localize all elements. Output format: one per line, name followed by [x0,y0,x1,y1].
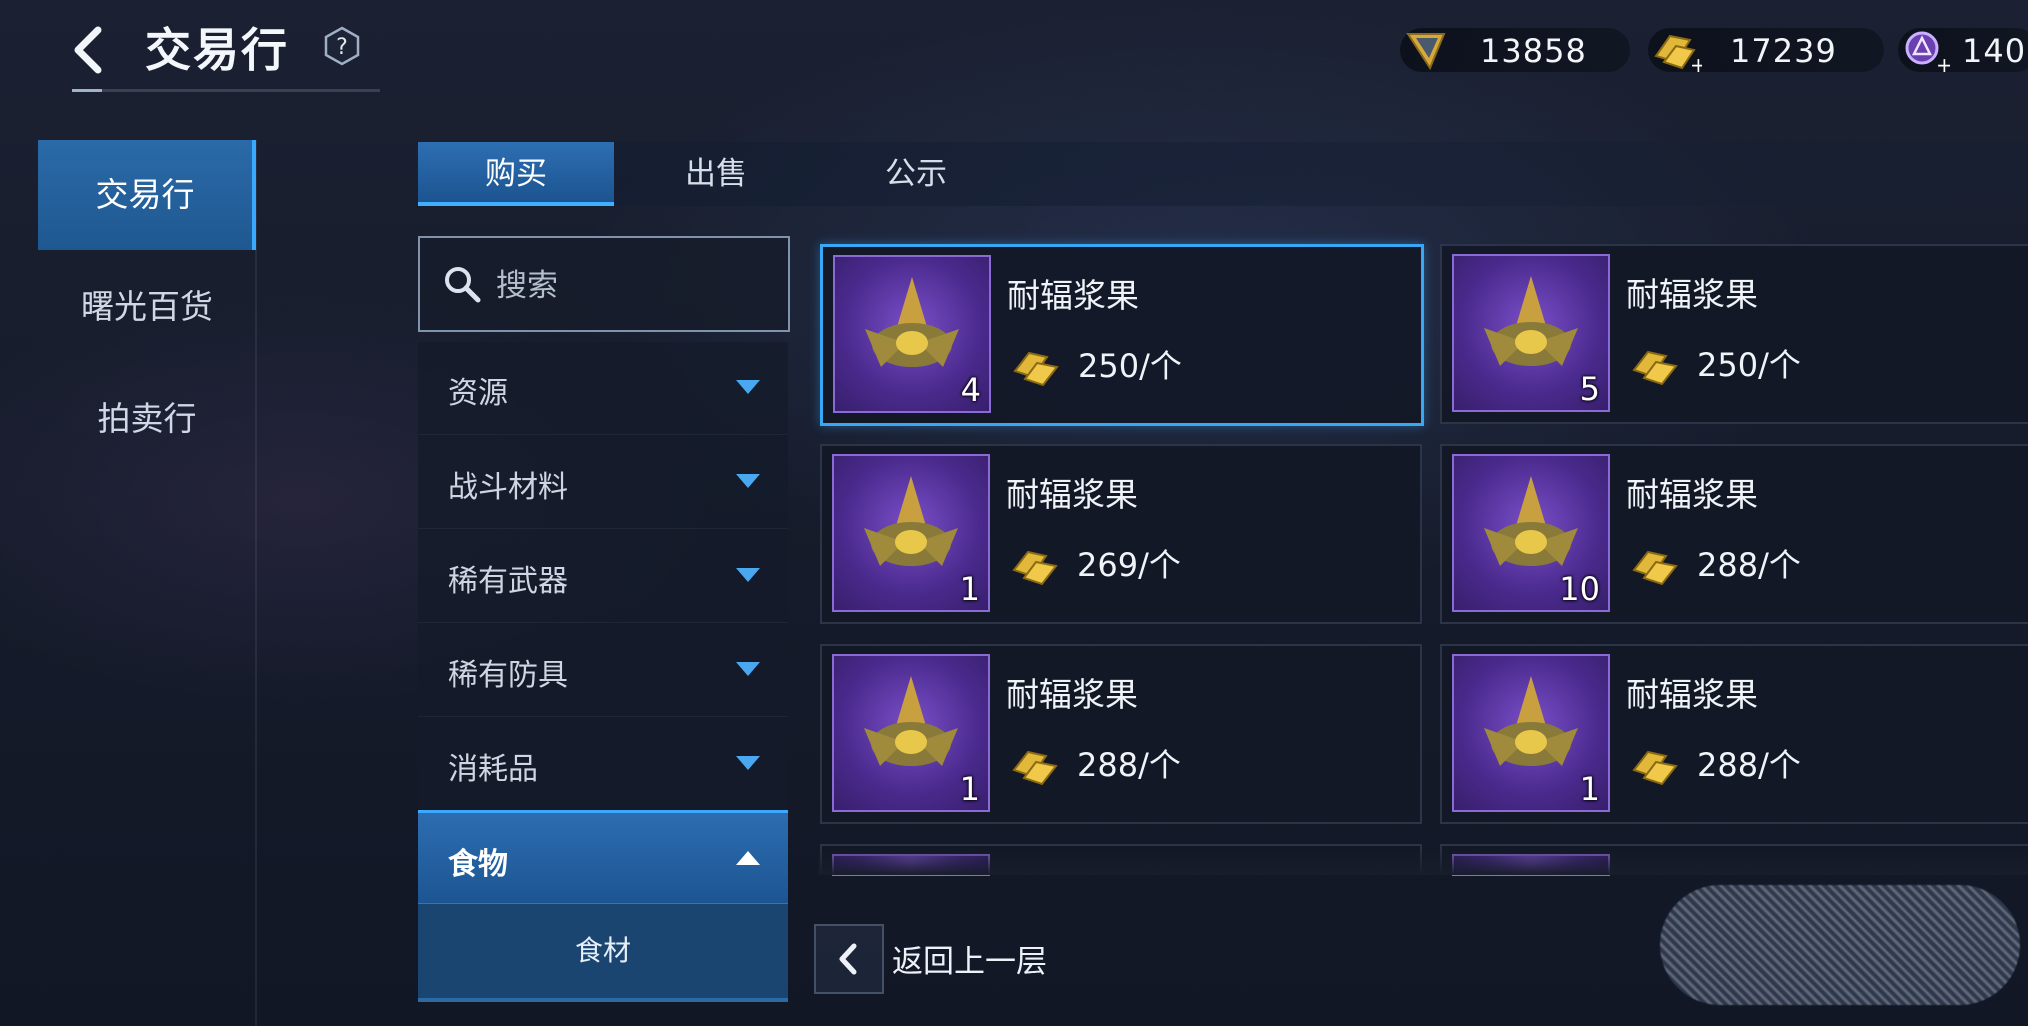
listing-card[interactable]: 10 耐辐浆果 288/个 [1440,444,2028,624]
gold-bar-icon [1012,750,1058,786]
item-name: 耐辐浆果 [1626,475,1758,514]
item-price: 269/个 [1077,546,1181,584]
chevron-up-icon [736,851,760,865]
category-label: 食物 [448,847,508,882]
currency-crystal: + 140 [1898,26,2028,74]
item-thumbnail: 10 [1452,454,1610,612]
category-combat-materials[interactable]: 战斗材料 [418,436,788,529]
tab-buy[interactable]: 购买 [418,142,614,206]
help-icon[interactable]: ? [322,26,362,66]
chevron-down-icon [736,568,760,582]
listing-card[interactable]: 1 耐辐浆果 288/个 [1440,644,2028,824]
sidebar-item-dawn-store[interactable]: 曙光百货 [38,252,256,362]
tab-notice[interactable]: 公示 [818,142,1014,206]
item-name: 耐辐浆果 [1006,675,1138,714]
grid-fade [818,845,2028,875]
category-label: 稀有武器 [448,564,568,599]
chevron-down-icon [736,662,760,676]
item-quantity: 5 [1579,370,1600,408]
chevron-left-icon [839,943,857,975]
category-rare-weapons[interactable]: 稀有武器 [418,530,788,623]
currency-value: 17239 [1730,32,1837,70]
item-price: 250/个 [1697,346,1801,384]
crystal-currency-icon[interactable]: + [1900,26,1950,74]
currency-voucher: 13858 [1400,28,1630,72]
top-bar: 交易行 ? 13858 + 17239 + 140 [0,0,2028,100]
gold-bar-icon [1632,350,1678,386]
item-thumbnail: 1 [832,654,990,812]
item-name: 耐辐浆果 [1626,275,1758,314]
category-rare-armor[interactable]: 稀有防具 [418,624,788,717]
chevron-down-icon [736,474,760,488]
gold-bar-icon [1013,351,1059,387]
tab-sell[interactable]: 出售 [618,142,814,206]
sidebar-item-trading-house[interactable]: 交易行 [38,140,256,250]
title-underline [72,89,380,92]
listing-card[interactable]: 5 耐辐浆果 250/个 [1440,244,2028,424]
category-label: 稀有防具 [448,658,568,693]
sidebar-item-auction[interactable]: 拍卖行 [38,364,256,474]
currency-gold: + 17239 [1648,26,1884,74]
item-quantity: 10 [1559,570,1600,608]
svg-text:+: + [1936,53,1950,74]
item-quantity: 1 [959,570,980,608]
voucher-currency-icon [1406,33,1446,71]
gold-bar-icon [1632,550,1678,586]
back-level-label[interactable]: 返回上一层 [892,936,1047,981]
page-title: 交易行 [145,23,289,77]
search-input[interactable]: 搜索 [418,236,790,332]
category-resources[interactable]: 资源 [418,342,788,435]
watermark-logo [1660,885,2020,1005]
item-price: 288/个 [1697,546,1801,584]
back-level-button[interactable] [814,924,884,994]
category-label: 战斗材料 [448,470,568,505]
item-thumbnail: 1 [1452,654,1610,812]
chevron-down-icon [736,380,760,394]
item-price: 250/个 [1078,347,1182,385]
gold-bar-currency-icon[interactable]: + [1650,26,1702,74]
item-name: 耐辐浆果 [1006,475,1138,514]
subcategory-ingredients[interactable]: 食材 [418,904,788,1002]
currency-value: 140 [1962,32,2027,70]
category-label: 资源 [448,376,508,411]
item-price: 288/个 [1077,746,1181,784]
category-consumables[interactable]: 消耗品 [418,718,788,811]
item-thumbnail: 1 [832,454,990,612]
search-icon [445,267,481,303]
svg-text:+: + [1690,53,1702,74]
chevron-down-icon [736,756,760,770]
item-quantity: 1 [959,770,980,808]
help-label: ? [336,35,348,60]
category-label: 消耗品 [448,752,538,787]
gold-bar-icon [1012,550,1058,586]
item-thumbnail: 5 [1452,254,1610,412]
listing-card[interactable]: 4 耐辐浆果 250/个 [820,244,1424,426]
back-arrow-icon[interactable] [62,20,122,80]
item-quantity: 1 [1579,770,1600,808]
item-name: 耐辐浆果 [1626,675,1758,714]
search-placeholder: 搜索 [496,268,558,304]
item-price: 288/个 [1697,746,1801,784]
category-food[interactable]: 食物 [418,810,788,904]
currency-value: 13858 [1480,32,1587,70]
listing-card[interactable]: 1 耐辐浆果 288/个 [820,644,1422,824]
item-name: 耐辐浆果 [1007,276,1139,315]
item-thumbnail: 4 [833,255,991,413]
item-quantity: 4 [960,371,981,409]
listing-card[interactable]: 1 耐辐浆果 269/个 [820,444,1422,624]
gold-bar-icon [1632,750,1678,786]
